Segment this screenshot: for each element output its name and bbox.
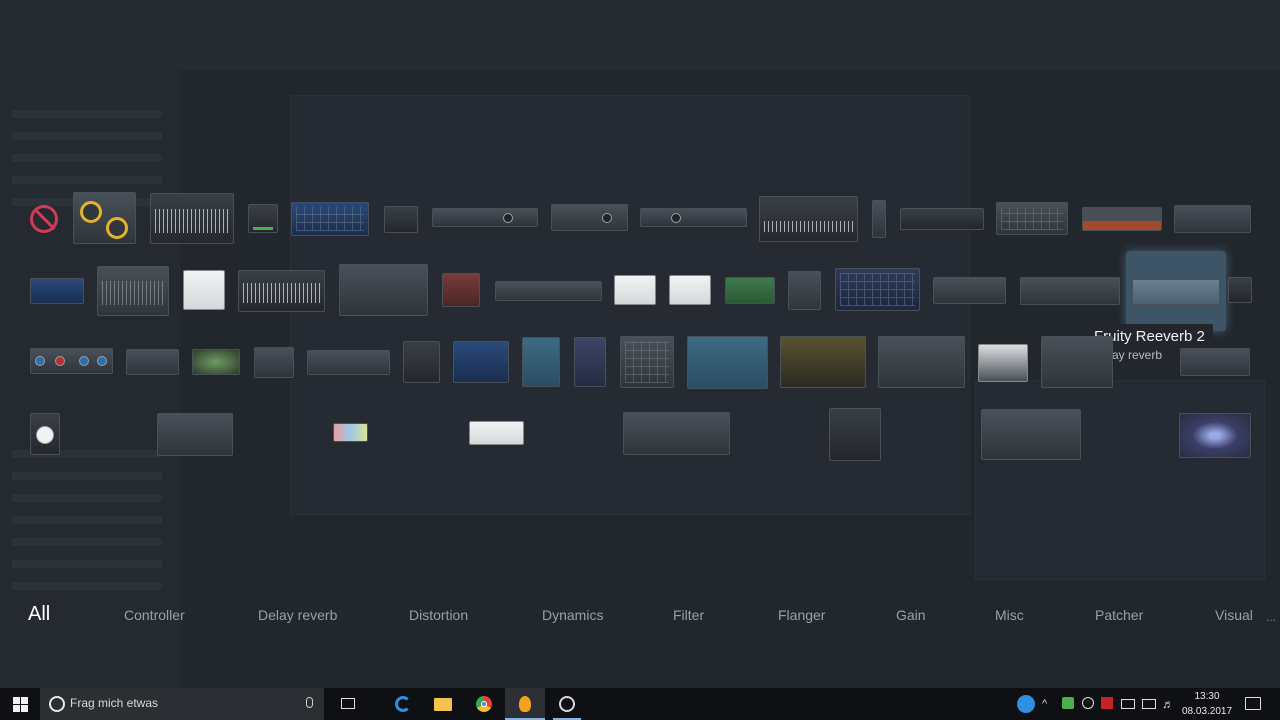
category-controller[interactable]: Controller — [124, 607, 185, 623]
plugin-thumb-compressor[interactable] — [900, 208, 984, 230]
plugin-thumb-strip-3[interactable] — [640, 208, 747, 227]
category-more[interactable]: ... — [1266, 610, 1276, 624]
category-patcher[interactable]: Patcher — [1095, 607, 1143, 623]
clock-time: 13:30 — [1194, 691, 1220, 702]
plugin-thumb-sampler[interactable] — [759, 196, 858, 242]
chrome-icon[interactable] — [464, 688, 504, 720]
acrobat-icon[interactable] — [1101, 697, 1113, 709]
cortana-ring-icon — [49, 696, 65, 712]
plugin-thumb-knob-big[interactable] — [30, 413, 60, 455]
plugin-thumb-gold[interactable] — [780, 336, 866, 388]
plugin-thumb-small[interactable] — [248, 204, 278, 233]
plugin-thumb-blue-3[interactable] — [453, 341, 509, 383]
plugin-thumb-strip-2[interactable] — [551, 204, 628, 231]
obs-icon[interactable] — [547, 688, 587, 720]
background-browser — [0, 70, 180, 688]
plugin-thumb-controller[interactable] — [73, 192, 136, 244]
plugin-thumb-green-pill[interactable] — [192, 349, 240, 375]
plugin-thumb-strip-7[interactable] — [1020, 277, 1120, 305]
category-flanger[interactable]: Flanger — [778, 607, 825, 623]
search-placeholder: Frag mich etwas — [70, 696, 159, 710]
plugin-thumb-strip-6[interactable] — [933, 277, 1006, 304]
plugin-thumb-checker[interactable] — [620, 336, 674, 388]
plugin-thumb-blue-eq[interactable] — [291, 202, 369, 236]
no-plugin-icon[interactable] — [30, 205, 58, 233]
file-explorer-icon[interactable] — [423, 688, 463, 720]
plugin-thumb-vertical[interactable] — [403, 341, 440, 383]
category-misc[interactable]: Misc — [995, 607, 1024, 623]
fruity-reeverb-2-thumb[interactable] — [1132, 279, 1220, 305]
plugin-thumb-fruity-reeverb-2-selected[interactable] — [1126, 251, 1226, 331]
plugin-thumb-strip-5[interactable] — [495, 281, 602, 301]
category-distortion[interactable]: Distortion — [409, 607, 468, 623]
plugin-thumb-navy[interactable] — [574, 337, 606, 387]
plugin-thumb-small-2[interactable] — [254, 347, 294, 378]
plugin-thumb-teal-2[interactable] — [687, 336, 768, 389]
category-filter[interactable]: Filter — [673, 607, 704, 623]
plugin-thumb-green[interactable] — [725, 277, 775, 304]
chevron-up-icon[interactable]: ^ — [1042, 697, 1056, 711]
plugin-thumb-graph[interactable] — [878, 336, 965, 388]
fl-studio-icon[interactable] — [505, 688, 545, 720]
network-icon[interactable] — [1142, 699, 1156, 709]
plugin-thumb-meter[interactable] — [872, 200, 886, 238]
plugin-thumb-spectrum[interactable] — [238, 270, 325, 312]
notifications-icon[interactable] — [1245, 697, 1261, 710]
category-dynamics[interactable]: Dynamics — [542, 607, 603, 623]
windows-start-icon[interactable] — [0, 688, 40, 720]
plugin-thumb-bands[interactable] — [623, 412, 730, 455]
plugin-thumb-red[interactable] — [442, 273, 480, 307]
tray-app-icon[interactable] — [1017, 695, 1035, 713]
plugin-thumb-mixer[interactable] — [788, 271, 821, 310]
microphone-icon[interactable] — [306, 697, 313, 708]
category-delay-reverb[interactable]: Delay reverb — [258, 607, 337, 623]
volume-icon[interactable]: ♬ — [1162, 697, 1176, 711]
plugin-thumb-filter[interactable] — [97, 266, 169, 316]
plugin-thumb-blue-2[interactable] — [30, 278, 84, 304]
plugin-thumb-strip-1[interactable] — [432, 208, 538, 227]
plugin-thumb-parametric-eq[interactable] — [835, 268, 920, 311]
search-input[interactable]: Frag mich etwas — [40, 688, 324, 720]
plugin-thumb-big-panel[interactable] — [339, 264, 428, 316]
plugin-thumb-white-3[interactable] — [669, 275, 711, 305]
taskbar-clock[interactable]: 13:30 08.03.2017 — [1182, 689, 1232, 719]
plugin-thumb-patcher[interactable] — [978, 344, 1028, 382]
tray-icon-1[interactable] — [1062, 697, 1074, 709]
plugin-thumb-green-edges[interactable] — [157, 413, 233, 456]
plugin-thumb-orange[interactable] — [1082, 207, 1162, 231]
plugin-thumb-white-2[interactable] — [614, 275, 656, 305]
task-view-icon[interactable] — [328, 688, 368, 720]
plugin-thumb-wave[interactable] — [150, 193, 234, 244]
plugin-thumb-display[interactable] — [384, 206, 418, 233]
category-gain[interactable]: Gain — [896, 607, 926, 623]
background-toolbar — [0, 0, 1280, 70]
plugin-thumb-disc[interactable] — [1228, 277, 1252, 303]
clock-date: 08.03.2017 — [1182, 706, 1233, 717]
plugin-thumb-colors[interactable] — [333, 423, 368, 442]
plugin-thumb-white-1[interactable] — [183, 270, 225, 310]
plugin-thumb-teal-1[interactable] — [522, 337, 560, 387]
plugin-thumb-grid[interactable] — [996, 202, 1068, 235]
category-all[interactable]: All — [28, 603, 50, 626]
plugin-thumb-white-4[interactable] — [469, 421, 524, 445]
plugin-thumb-knobs[interactable] — [30, 348, 113, 374]
windows-taskbar: Frag mich etwas ^ ♬ 13:30 08.03.2017 — [0, 688, 1280, 720]
plugin-thumb-envelope[interactable] — [126, 349, 179, 375]
battery-icon[interactable] — [1121, 699, 1135, 709]
plugin-thumb-strip-9[interactable] — [1180, 348, 1250, 376]
plugin-thumb-visualizer[interactable] — [1179, 413, 1251, 458]
tray-icon-2[interactable] — [1082, 697, 1094, 709]
plugin-thumb-scope[interactable] — [981, 409, 1081, 460]
plugin-thumb-dark-square[interactable] — [829, 408, 881, 461]
plugin-thumb-dial[interactable] — [1041, 336, 1113, 388]
plugin-thumb-strip-8[interactable] — [307, 350, 390, 375]
category-visual[interactable]: Visual — [1215, 607, 1253, 623]
plugin-thumb-strip-4[interactable] — [1174, 205, 1251, 233]
edge-browser-icon[interactable] — [383, 688, 423, 720]
